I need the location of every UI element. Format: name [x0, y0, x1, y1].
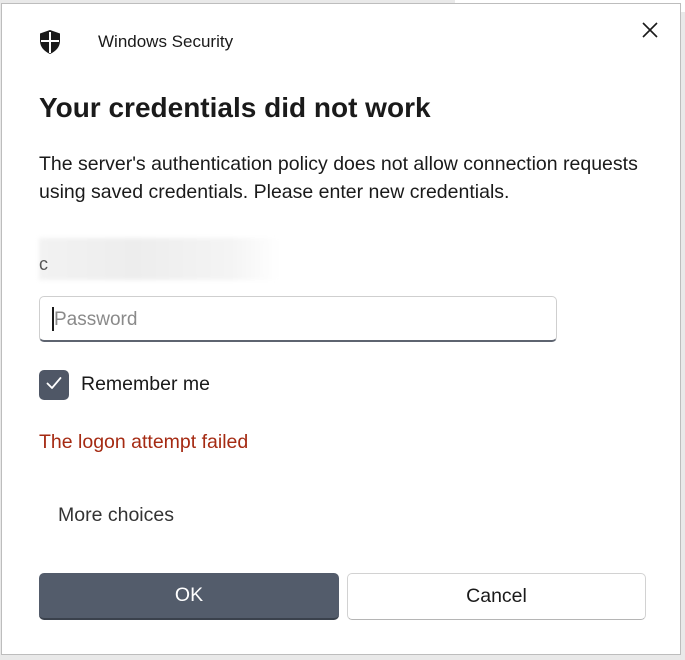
redacted-username [39, 238, 279, 280]
checkmark-icon [46, 376, 62, 395]
dialog-description: The server's authentication policy does … [39, 153, 638, 203]
credentials-dialog: Windows Security Your credentials did no… [1, 3, 681, 655]
password-field[interactable] [39, 296, 557, 342]
error-message: The logon attempt failed [39, 431, 249, 453]
window-title: Windows Security [98, 32, 234, 51]
ok-button[interactable]: OK [39, 573, 339, 620]
username-label: c [39, 254, 48, 274]
shield-icon [38, 29, 62, 55]
password-input[interactable] [52, 305, 546, 335]
more-choices-link[interactable]: More choices [58, 504, 174, 527]
remember-me-label[interactable]: Remember me [81, 373, 210, 396]
text-caret [52, 307, 54, 331]
close-button[interactable] [632, 16, 668, 48]
cancel-button[interactable]: Cancel [347, 573, 646, 620]
dialog-heading: Your credentials did not work [39, 92, 431, 123]
remember-me-checkbox[interactable] [39, 370, 69, 400]
close-icon [642, 21, 658, 43]
